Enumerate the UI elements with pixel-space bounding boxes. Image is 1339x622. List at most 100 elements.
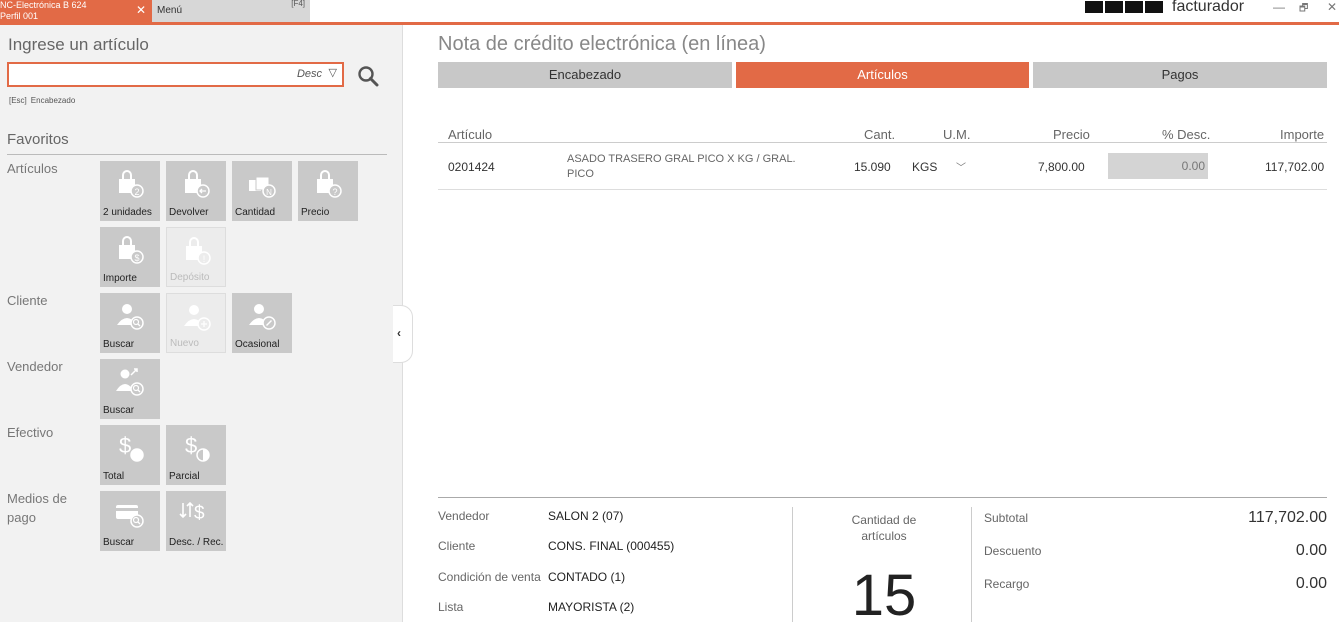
tile-cantidad[interactable]: N Cantidad [232, 161, 292, 221]
app-name: facturador [1172, 0, 1245, 15]
bags-quantity-icon: N [249, 176, 276, 198]
svg-text:$: $ [134, 253, 139, 263]
tile-label: Cantidad [235, 207, 276, 218]
section-medios-de-pago: Medios de pago [7, 491, 67, 525]
tab-document[interactable]: NC-Electrónica B 624 Perfil 001 ✕ [0, 0, 152, 22]
col-header-articulo: Artículo [448, 127, 493, 142]
favorites-title: Favoritos [7, 131, 69, 148]
cell-descripcion: ASADO TRASERO GRAL PICO X KG / GRAL. PIC… [567, 153, 796, 180]
col-header-importe: Importe [1280, 127, 1325, 142]
footer-separator [792, 507, 793, 622]
tile-vendedor-buscar[interactable]: Buscar [100, 359, 160, 419]
minimize-icon[interactable]: — [1273, 0, 1285, 14]
footer-separator [971, 507, 972, 622]
tile-label: Total [103, 471, 125, 482]
cliente-value: CONS. FINAL (000455) [548, 539, 675, 553]
tab-menu-shortcut: [F4] [291, 0, 305, 8]
search-mode[interactable]: Desc [297, 68, 322, 80]
vendedor-label: Vendedor [438, 509, 490, 523]
tile-label: Parcial [169, 471, 200, 482]
left-panel: Ingrese un artículo Desc ▽ [Esc] Encabeza… [0, 25, 403, 622]
article-search-input[interactable]: Desc ▽ [7, 62, 344, 87]
cell-descuento[interactable]: 0.00 [1108, 153, 1208, 179]
col-header-precio: Precio [1053, 127, 1090, 142]
tile-label: Importe [103, 273, 137, 284]
svg-text:N: N [266, 188, 272, 197]
cash-total-icon: $ [119, 433, 144, 462]
cash-partial-icon: $ [185, 433, 210, 462]
tile-importe[interactable]: $ Importe [100, 227, 160, 287]
svg-text:!: ! [203, 254, 206, 264]
cantidad-articulos-label: Cantidad de artículos [851, 513, 917, 543]
col-header-cant: Cant. [864, 127, 896, 142]
close-window-icon[interactable]: ✕ [1327, 0, 1337, 14]
subtotal-value: 117,702.00 [1248, 509, 1327, 526]
tile-cliente-buscar[interactable]: Buscar [100, 293, 160, 353]
tile-label: Ocasional [235, 339, 280, 350]
condicion-value: CONTADO (1) [548, 570, 626, 584]
lista-value: MAYORISTA (2) [548, 600, 635, 614]
section-efectivo: Efectivo [7, 425, 54, 440]
user-edit-icon [249, 304, 276, 330]
tile-efectivo-total[interactable]: $ Total [100, 425, 160, 485]
tab-document-profile: Perfil 001 [0, 11, 39, 21]
table-header-divider [438, 142, 1327, 143]
tile-cliente-nuevo: Nuevo [166, 293, 226, 353]
tile-label: Devolver [169, 207, 209, 218]
tile-pago-buscar[interactable]: Buscar [100, 491, 160, 551]
tile-efectivo-parcial[interactable]: $ Parcial [166, 425, 226, 485]
tab-pagos[interactable]: Pagos [1033, 62, 1327, 88]
chevron-down-icon[interactable]: ▽ [329, 66, 337, 79]
tile-label: 2 unidades [103, 207, 152, 218]
tile-precio[interactable]: ? Precio [298, 161, 358, 221]
user-search-icon [117, 304, 144, 330]
cantidad-articulos-value: 15 [851, 563, 917, 622]
tab-menu[interactable]: Menú [F4] [152, 0, 310, 22]
bag-2-icon: 2 [119, 170, 144, 198]
tab-encabezado[interactable]: Encabezado [438, 62, 732, 88]
cliente-label: Cliente [438, 539, 476, 553]
chevron-left-icon: ‹ [397, 326, 401, 340]
tile-label: Nuevo [170, 338, 199, 349]
recargo-value: 0.00 [1295, 575, 1327, 592]
search-icon[interactable] [357, 65, 379, 87]
search-heading: Ingrese un artículo [8, 35, 149, 54]
tab-articulos[interactable]: Artículos [736, 62, 1029, 88]
bag-warning-icon: ! [186, 237, 211, 265]
title-bar: NC-Electrónica B 624 Perfil 001 ✕ Menú [… [0, 0, 1339, 25]
chevron-down-icon[interactable]: ﹀ [956, 159, 966, 174]
svg-text:2: 2 [134, 187, 139, 197]
svg-text:$: $ [194, 503, 205, 524]
tile-devolver[interactable]: Devolver [166, 161, 226, 221]
favorites-divider [7, 154, 387, 155]
cell-cantidad[interactable]: 15.090 [854, 160, 891, 174]
subtotal-label: Subtotal [984, 511, 1029, 525]
tile-cliente-ocasional[interactable]: Ocasional [232, 293, 292, 353]
restore-icon[interactable]: 🗗 [1299, 1, 1308, 18]
section-articulos: Artículos [7, 161, 58, 176]
cell-importe: 117,702.00 [1265, 160, 1325, 174]
hint-label[interactable]: Encabezado [31, 96, 75, 105]
section-vendedor: Vendedor [7, 359, 63, 374]
tab-document-title: NC-Electrónica B 624 [0, 0, 87, 10]
svg-text:$: $ [119, 433, 131, 458]
cell-um[interactable]: KGS [912, 160, 937, 174]
main-area: Nota de crédito electrónica (en línea) E… [404, 25, 1339, 622]
cell-codigo: 0201424 [448, 160, 495, 174]
descuento-value: 0.00 [1295, 542, 1327, 559]
tile-label: Precio [301, 207, 330, 218]
tile-label: Desc. / Rec. [169, 537, 224, 548]
descuento-label: Descuento [984, 544, 1042, 558]
tile-2-unidades[interactable]: 2 2 unidades [100, 161, 160, 221]
bag-return-icon [185, 170, 210, 198]
close-tab-icon[interactable]: ✕ [136, 3, 146, 17]
tile-deposito: ! Depósito [166, 227, 226, 287]
col-header-desc: % Desc. [1162, 127, 1211, 142]
bag-price-icon: ? [317, 170, 342, 198]
vendedor-value: SALON 2 (07) [548, 509, 624, 523]
tile-label: Buscar [103, 405, 135, 416]
bag-amount-icon: $ [119, 236, 144, 264]
cell-precio[interactable]: 7,800.00 [1038, 160, 1085, 174]
hint-key: [Esc] [9, 96, 27, 105]
tile-desc-rec[interactable]: $ Desc. / Rec. [166, 491, 226, 551]
